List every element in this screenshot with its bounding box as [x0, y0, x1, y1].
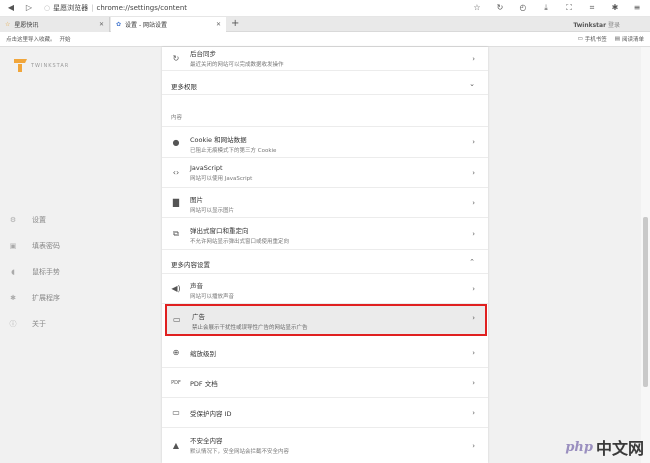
- setting-row-pdf[interactable]: PDF PDF 文档 ›: [162, 368, 488, 398]
- sync-icon: ↻: [172, 54, 180, 63]
- gear-icon: ✿: [116, 21, 122, 28]
- menu-icon[interactable]: ≡: [632, 3, 642, 13]
- chevron-down-icon[interactable]: ⌄: [469, 80, 475, 88]
- address-bar[interactable]: ○ 星愿浏览器 | chrome://settings/content: [44, 3, 187, 13]
- import-start-link[interactable]: 开始: [60, 37, 71, 43]
- address-separator: |: [91, 4, 94, 12]
- logo-mark-icon: [14, 59, 27, 72]
- tab-label: 设置 - 网站设置: [125, 22, 168, 29]
- shield-icon: ○: [44, 4, 51, 12]
- settings-sidebar: TWINKSTAR ⚙ 设置 ▣ 填表密码 ◖ 鼠标手势 ✱ 扩展程序 ⓘ 关于: [0, 47, 150, 463]
- setting-row-cookies[interactable]: ● Cookie 和网站数据 已阻止无痕模式下的第三方 Cookie ›: [162, 126, 488, 158]
- scrollbar[interactable]: [641, 47, 650, 463]
- bookmarks-bar: 点击这里导入收藏。 开始 ▭ 手机书签 ▤ 阅读清单: [0, 32, 650, 47]
- chevron-right-icon: ›: [472, 54, 475, 63]
- chevron-right-icon: ›: [472, 229, 475, 238]
- popup-icon: ⧉: [173, 228, 179, 238]
- speaker-icon: ◀): [171, 284, 181, 293]
- code-icon: ‹›: [172, 168, 180, 177]
- sidebar-item-mouse-gestures[interactable]: ◖ 鼠标手势: [8, 259, 60, 285]
- tab-strip: ☆ 星愿快讯 ✕ ✿ 设置 - 网站设置 ✕ + Twinkstar 登录: [0, 17, 650, 32]
- chevron-right-icon: ›: [472, 348, 475, 357]
- puzzle-icon: ✱: [10, 294, 16, 302]
- more-permissions-header[interactable]: 更多权限: [171, 81, 197, 91]
- close-icon[interactable]: ✕: [216, 21, 221, 28]
- reading-list-icon: ▤: [614, 36, 620, 42]
- sidebar-item-extensions[interactable]: ✱ 扩展程序: [8, 285, 60, 311]
- sidebar-item-passwords[interactable]: ▣ 填表密码: [8, 233, 60, 259]
- monitor-icon: ▭: [172, 408, 180, 417]
- php-cn-watermark: php 中文网: [565, 439, 644, 458]
- info-icon: ⓘ: [9, 320, 17, 328]
- address-url: chrome://settings/content: [96, 4, 188, 12]
- user-account[interactable]: Twinkstar 登录: [573, 20, 620, 29]
- warning-icon: ▲: [172, 441, 180, 450]
- sidebar-item-settings[interactable]: ⚙ 设置: [8, 207, 60, 233]
- image-icon: ▇: [172, 198, 180, 207]
- chevron-up-icon[interactable]: ⌃: [469, 258, 475, 266]
- chevron-right-icon: ›: [472, 284, 475, 293]
- download-icon[interactable]: ⤓: [541, 3, 551, 13]
- news-star-icon: ☆: [5, 21, 11, 28]
- content-settings-panel: ↻ 后台同步 最近关闭的网站可以完成数据收发操作 › 更多权限 ⌄ 内容 ● C…: [162, 47, 488, 463]
- chevron-right-icon: ›: [472, 441, 475, 450]
- new-tab-button[interactable]: +: [231, 18, 239, 29]
- chevron-right-icon: ›: [472, 198, 475, 207]
- chevron-right-icon: ›: [472, 314, 475, 322]
- toolbar: ◀ ▷ ○ 星愿浏览器 | chrome://settings/content …: [0, 0, 650, 17]
- ads-icon: ▭: [173, 315, 181, 324]
- setting-row-insecure-content[interactable]: ▲ 不安全内容 默认情况下，安全网站会拦截不安全内容 ›: [162, 428, 488, 463]
- crop-icon[interactable]: ⌗: [587, 3, 597, 13]
- divider: [162, 94, 488, 95]
- screenshot-icon[interactable]: ⛶: [564, 3, 574, 13]
- history-icon[interactable]: ◴: [518, 3, 528, 13]
- address-site: 星愿浏览器: [53, 4, 89, 12]
- extension-icon[interactable]: ✱: [610, 3, 620, 13]
- sidebar-item-about[interactable]: ⓘ 关于: [8, 311, 60, 337]
- setting-row-popups[interactable]: ⧉ 弹出式窗口和重定向 不允许网站显示弹出式窗口或使用重定向 ›: [162, 218, 488, 250]
- tab-settings[interactable]: ✿ 设置 - 网站设置 ✕: [111, 17, 226, 32]
- import-hint: 点击这里导入收藏。 开始: [6, 37, 71, 43]
- back-icon[interactable]: ◀: [6, 3, 16, 13]
- setting-row-protected-content[interactable]: ▭ 受保护内容 ID ›: [162, 398, 488, 428]
- chevron-right-icon: ›: [472, 378, 475, 387]
- close-icon[interactable]: ✕: [99, 21, 104, 28]
- folder-icon: ▭: [577, 36, 583, 42]
- chevron-right-icon: ›: [472, 408, 475, 417]
- star-icon[interactable]: ☆: [472, 3, 482, 13]
- setting-row-ads[interactable]: ▭ 广告 禁止会展示干扰性或误导性广告的网站显示广告 ›: [165, 304, 487, 336]
- reading-list-button[interactable]: ▤ 阅读清单: [615, 35, 644, 43]
- setting-row-sound[interactable]: ◀) 声音 网站可以播放声音 ›: [162, 274, 488, 304]
- forward-icon[interactable]: ▷: [24, 3, 34, 13]
- pdf-icon: PDF: [171, 379, 181, 386]
- gear-icon: ⚙: [9, 216, 17, 224]
- mobile-bookmarks-button[interactable]: ▭ 手机书签: [578, 35, 607, 43]
- tab-label: 星愿快讯: [14, 22, 39, 29]
- cookie-icon: ●: [172, 137, 180, 147]
- form-icon: ▣: [9, 242, 17, 250]
- twinkstar-logo: TWINKSTAR: [14, 59, 69, 72]
- setting-row-images[interactable]: ▇ 图片 网站可以显示图片 ›: [162, 188, 488, 218]
- more-content-settings-header[interactable]: 更多内容设置: [171, 259, 210, 269]
- content-section-label: 内容: [171, 115, 183, 121]
- sidebar-nav: ⚙ 设置 ▣ 填表密码 ◖ 鼠标手势 ✱ 扩展程序 ⓘ 关于: [8, 207, 61, 337]
- reload-icon[interactable]: ↻: [495, 3, 505, 13]
- setting-row-javascript[interactable]: ‹› JavaScript 网站可以使用 JavaScript ›: [162, 158, 488, 188]
- zoom-icon: ⊕: [172, 348, 180, 357]
- scrollbar-thumb[interactable]: [643, 217, 648, 387]
- mouse-icon: ◖: [11, 268, 15, 276]
- chevron-right-icon: ›: [472, 168, 475, 177]
- setting-row-background-sync[interactable]: ↻ 后台同步 最近关闭的网站可以完成数据收发操作 ›: [162, 47, 488, 71]
- chevron-right-icon: ›: [472, 138, 475, 146]
- setting-row-zoom[interactable]: ⊕ 缩放级别 ›: [162, 338, 488, 368]
- tab-news[interactable]: ☆ 星愿快讯 ✕: [0, 17, 110, 32]
